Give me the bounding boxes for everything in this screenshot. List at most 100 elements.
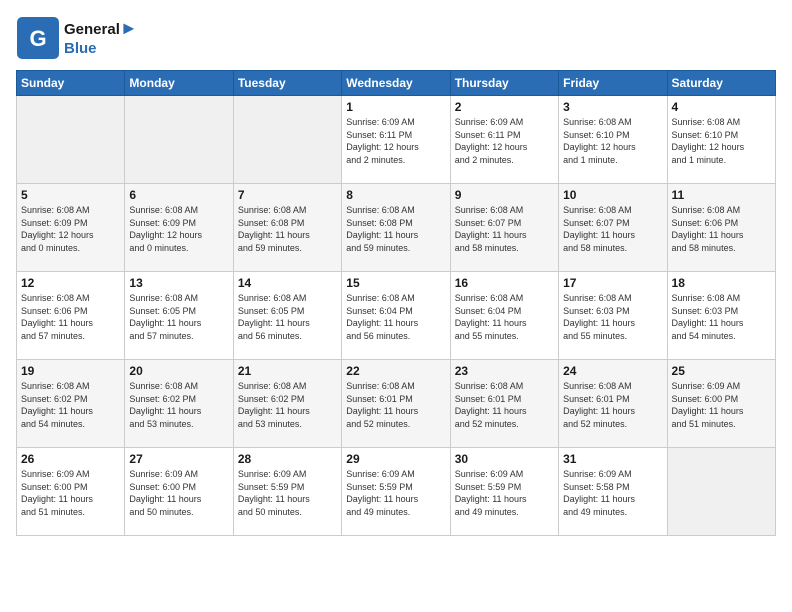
day-number: 1	[346, 100, 445, 114]
logo-svg: G	[16, 16, 60, 60]
calendar-cell	[125, 96, 233, 184]
day-info: Sunrise: 6:08 AM Sunset: 6:02 PM Dayligh…	[21, 380, 120, 430]
day-info: Sunrise: 6:09 AM Sunset: 5:59 PM Dayligh…	[455, 468, 554, 518]
day-info: Sunrise: 6:08 AM Sunset: 6:10 PM Dayligh…	[563, 116, 662, 166]
calendar-cell: 23 Sunrise: 6:08 AM Sunset: 6:01 PM Dayli…	[450, 360, 558, 448]
day-info: Sunrise: 6:08 AM Sunset: 6:09 PM Dayligh…	[21, 204, 120, 254]
day-info: Sunrise: 6:09 AM Sunset: 6:11 PM Dayligh…	[346, 116, 445, 166]
calendar-cell: 18 Sunrise: 6:08 AM Sunset: 6:03 PM Dayli…	[667, 272, 775, 360]
calendar-cell: 12Sunrise: 6:08 AM Sunset: 6:06 PM Dayli…	[17, 272, 125, 360]
day-info: Sunrise: 6:08 AM Sunset: 6:06 PM Dayligh…	[21, 292, 120, 342]
calendar-cell: 15 Sunrise: 6:08 AM Sunset: 6:04 PM Dayli…	[342, 272, 450, 360]
calendar-cell: 22 Sunrise: 6:08 AM Sunset: 6:01 PM Dayli…	[342, 360, 450, 448]
day-info: Sunrise: 6:08 AM Sunset: 6:01 PM Dayligh…	[346, 380, 445, 430]
day-number: 21	[238, 364, 337, 378]
day-number: 7	[238, 188, 337, 202]
day-info: Sunrise: 6:09 AM Sunset: 5:59 PM Dayligh…	[238, 468, 337, 518]
calendar-cell: 6 Sunrise: 6:08 AM Sunset: 6:09 PM Daylig…	[125, 184, 233, 272]
day-number: 13	[129, 276, 228, 290]
day-number: 10	[563, 188, 662, 202]
day-number: 15	[346, 276, 445, 290]
calendar-cell: 5 Sunrise: 6:08 AM Sunset: 6:09 PM Daylig…	[17, 184, 125, 272]
day-number: 5	[21, 188, 120, 202]
column-header-thursday: Thursday	[450, 71, 558, 96]
day-number: 28	[238, 452, 337, 466]
day-number: 23	[455, 364, 554, 378]
day-info: Sunrise: 6:08 AM Sunset: 6:01 PM Dayligh…	[455, 380, 554, 430]
calendar-cell: 3 Sunrise: 6:08 AM Sunset: 6:10 PM Daylig…	[559, 96, 667, 184]
day-info: Sunrise: 6:09 AM Sunset: 5:58 PM Dayligh…	[563, 468, 662, 518]
calendar-cell: 24 Sunrise: 6:08 AM Sunset: 6:01 PM Dayli…	[559, 360, 667, 448]
day-info: Sunrise: 6:08 AM Sunset: 6:07 PM Dayligh…	[455, 204, 554, 254]
day-number: 14	[238, 276, 337, 290]
day-info: Sunrise: 6:08 AM Sunset: 6:09 PM Dayligh…	[129, 204, 228, 254]
day-info: Sunrise: 6:08 AM Sunset: 6:08 PM Dayligh…	[346, 204, 445, 254]
day-number: 29	[346, 452, 445, 466]
day-info: Sunrise: 6:09 AM Sunset: 5:59 PM Dayligh…	[346, 468, 445, 518]
day-number: 19	[21, 364, 120, 378]
calendar-cell	[233, 96, 341, 184]
day-info: Sunrise: 6:08 AM Sunset: 6:05 PM Dayligh…	[238, 292, 337, 342]
day-info: Sunrise: 6:08 AM Sunset: 6:05 PM Dayligh…	[129, 292, 228, 342]
day-number: 22	[346, 364, 445, 378]
day-info: Sunrise: 6:09 AM Sunset: 6:00 PM Dayligh…	[672, 380, 771, 430]
day-info: Sunrise: 6:08 AM Sunset: 6:03 PM Dayligh…	[672, 292, 771, 342]
day-info: Sunrise: 6:08 AM Sunset: 6:07 PM Dayligh…	[563, 204, 662, 254]
day-number: 27	[129, 452, 228, 466]
day-info: Sunrise: 6:09 AM Sunset: 6:00 PM Dayligh…	[21, 468, 120, 518]
column-header-wednesday: Wednesday	[342, 71, 450, 96]
day-number: 31	[563, 452, 662, 466]
day-info: Sunrise: 6:08 AM Sunset: 6:04 PM Dayligh…	[455, 292, 554, 342]
day-number: 18	[672, 276, 771, 290]
logo-blue: Blue	[64, 40, 138, 58]
calendar-cell: 7 Sunrise: 6:08 AM Sunset: 6:08 PM Daylig…	[233, 184, 341, 272]
calendar-cell	[17, 96, 125, 184]
day-info: Sunrise: 6:09 AM Sunset: 6:00 PM Dayligh…	[129, 468, 228, 518]
calendar-week-row: 1 Sunrise: 6:09 AM Sunset: 6:11 PM Daylig…	[17, 96, 776, 184]
column-header-sunday: Sunday	[17, 71, 125, 96]
calendar-week-row: 19 Sunrise: 6:08 AM Sunset: 6:02 PM Dayli…	[17, 360, 776, 448]
logo-general: General►	[64, 18, 138, 40]
day-info: Sunrise: 6:08 AM Sunset: 6:02 PM Dayligh…	[129, 380, 228, 430]
day-info: Sunrise: 6:09 AM Sunset: 6:11 PM Dayligh…	[455, 116, 554, 166]
column-header-saturday: Saturday	[667, 71, 775, 96]
day-number: 11	[672, 188, 771, 202]
calendar-cell: 21Sunrise: 6:08 AM Sunset: 6:02 PM Dayli…	[233, 360, 341, 448]
calendar-cell: 27 Sunrise: 6:09 AM Sunset: 6:00 PM Dayli…	[125, 448, 233, 536]
calendar-cell: 25 Sunrise: 6:09 AM Sunset: 6:00 PM Dayli…	[667, 360, 775, 448]
calendar-cell: 2 Sunrise: 6:09 AM Sunset: 6:11 PM Daylig…	[450, 96, 558, 184]
calendar-cell: 1 Sunrise: 6:09 AM Sunset: 6:11 PM Daylig…	[342, 96, 450, 184]
calendar-cell: 11Sunrise: 6:08 AM Sunset: 6:06 PM Dayli…	[667, 184, 775, 272]
day-info: Sunrise: 6:08 AM Sunset: 6:04 PM Dayligh…	[346, 292, 445, 342]
svg-text:G: G	[29, 26, 46, 51]
column-header-monday: Monday	[125, 71, 233, 96]
day-info: Sunrise: 6:08 AM Sunset: 6:08 PM Dayligh…	[238, 204, 337, 254]
calendar-week-row: 26Sunrise: 6:09 AM Sunset: 6:00 PM Dayli…	[17, 448, 776, 536]
day-number: 24	[563, 364, 662, 378]
calendar-cell: 4Sunrise: 6:08 AM Sunset: 6:10 PM Daylig…	[667, 96, 775, 184]
day-number: 2	[455, 100, 554, 114]
day-number: 30	[455, 452, 554, 466]
day-number: 17	[563, 276, 662, 290]
calendar-cell: 29 Sunrise: 6:09 AM Sunset: 5:59 PM Dayli…	[342, 448, 450, 536]
column-header-friday: Friday	[559, 71, 667, 96]
calendar-cell: 13 Sunrise: 6:08 AM Sunset: 6:05 PM Dayli…	[125, 272, 233, 360]
day-number: 6	[129, 188, 228, 202]
day-number: 3	[563, 100, 662, 114]
page-header: G General► Blue	[16, 16, 776, 60]
day-info: Sunrise: 6:08 AM Sunset: 6:03 PM Dayligh…	[563, 292, 662, 342]
day-number: 8	[346, 188, 445, 202]
calendar-week-row: 12Sunrise: 6:08 AM Sunset: 6:06 PM Dayli…	[17, 272, 776, 360]
calendar-cell	[667, 448, 775, 536]
day-number: 20	[129, 364, 228, 378]
column-header-tuesday: Tuesday	[233, 71, 341, 96]
day-number: 25	[672, 364, 771, 378]
calendar-cell: 10 Sunrise: 6:08 AM Sunset: 6:07 PM Dayli…	[559, 184, 667, 272]
calendar-cell: 31 Sunrise: 6:09 AM Sunset: 5:58 PM Dayli…	[559, 448, 667, 536]
day-info: Sunrise: 6:08 AM Sunset: 6:01 PM Dayligh…	[563, 380, 662, 430]
day-number: 16	[455, 276, 554, 290]
day-number: 4	[672, 100, 771, 114]
calendar-cell: 26Sunrise: 6:09 AM Sunset: 6:00 PM Dayli…	[17, 448, 125, 536]
logo: G General► Blue	[16, 16, 138, 60]
calendar-cell: 19 Sunrise: 6:08 AM Sunset: 6:02 PM Dayli…	[17, 360, 125, 448]
